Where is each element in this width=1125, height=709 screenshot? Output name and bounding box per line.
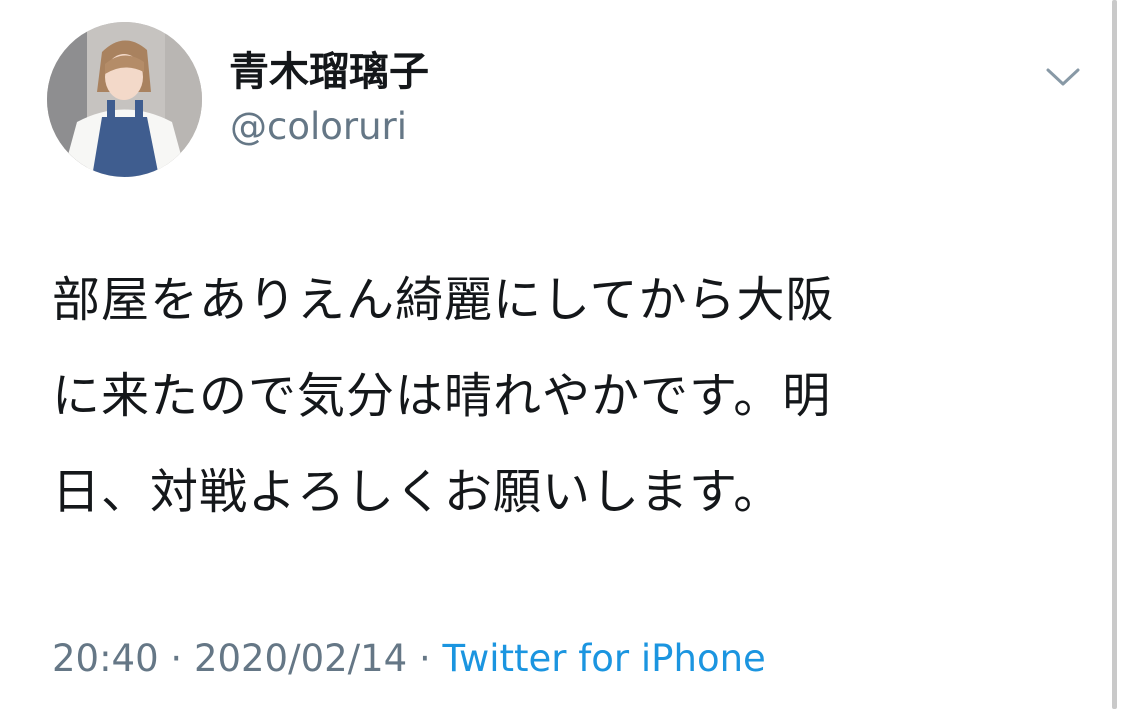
tweet-meta: 20:40 · 2020/02/14 · Twitter for iPhone (52, 636, 766, 682)
meta-separator: · (407, 637, 443, 680)
tweet-source-link[interactable]: Twitter for iPhone (443, 637, 766, 680)
tweet-view: 青木瑠璃子 @coloruri 部屋をありえん綺麗にしてから大阪 に来たので気分… (0, 0, 1125, 709)
chevron-down-icon[interactable] (1043, 62, 1083, 92)
scrollbar[interactable] (1112, 0, 1117, 709)
display-name[interactable]: 青木瑠璃子 (229, 46, 429, 98)
meta-separator: · (158, 637, 194, 680)
user-handle[interactable]: @coloruri (230, 104, 407, 150)
tweet-time[interactable]: 20:40 (52, 637, 159, 680)
avatar[interactable] (47, 22, 202, 177)
tweet-text-line: 部屋をありえん綺麗にしてから大阪 (52, 272, 835, 328)
avatar-photo (47, 22, 202, 177)
tweet-date[interactable]: 2020/02/14 (194, 637, 407, 680)
tweet-text-line: 日、対戦よろしくお願いします。 (52, 464, 783, 520)
tweet-text: 部屋をありえん綺麗にしてから大阪 に来たので気分は晴れやかです。明 日、対戦よろ… (52, 252, 1062, 540)
tweet-text-line: に来たので気分は晴れやかです。明 (52, 368, 832, 424)
